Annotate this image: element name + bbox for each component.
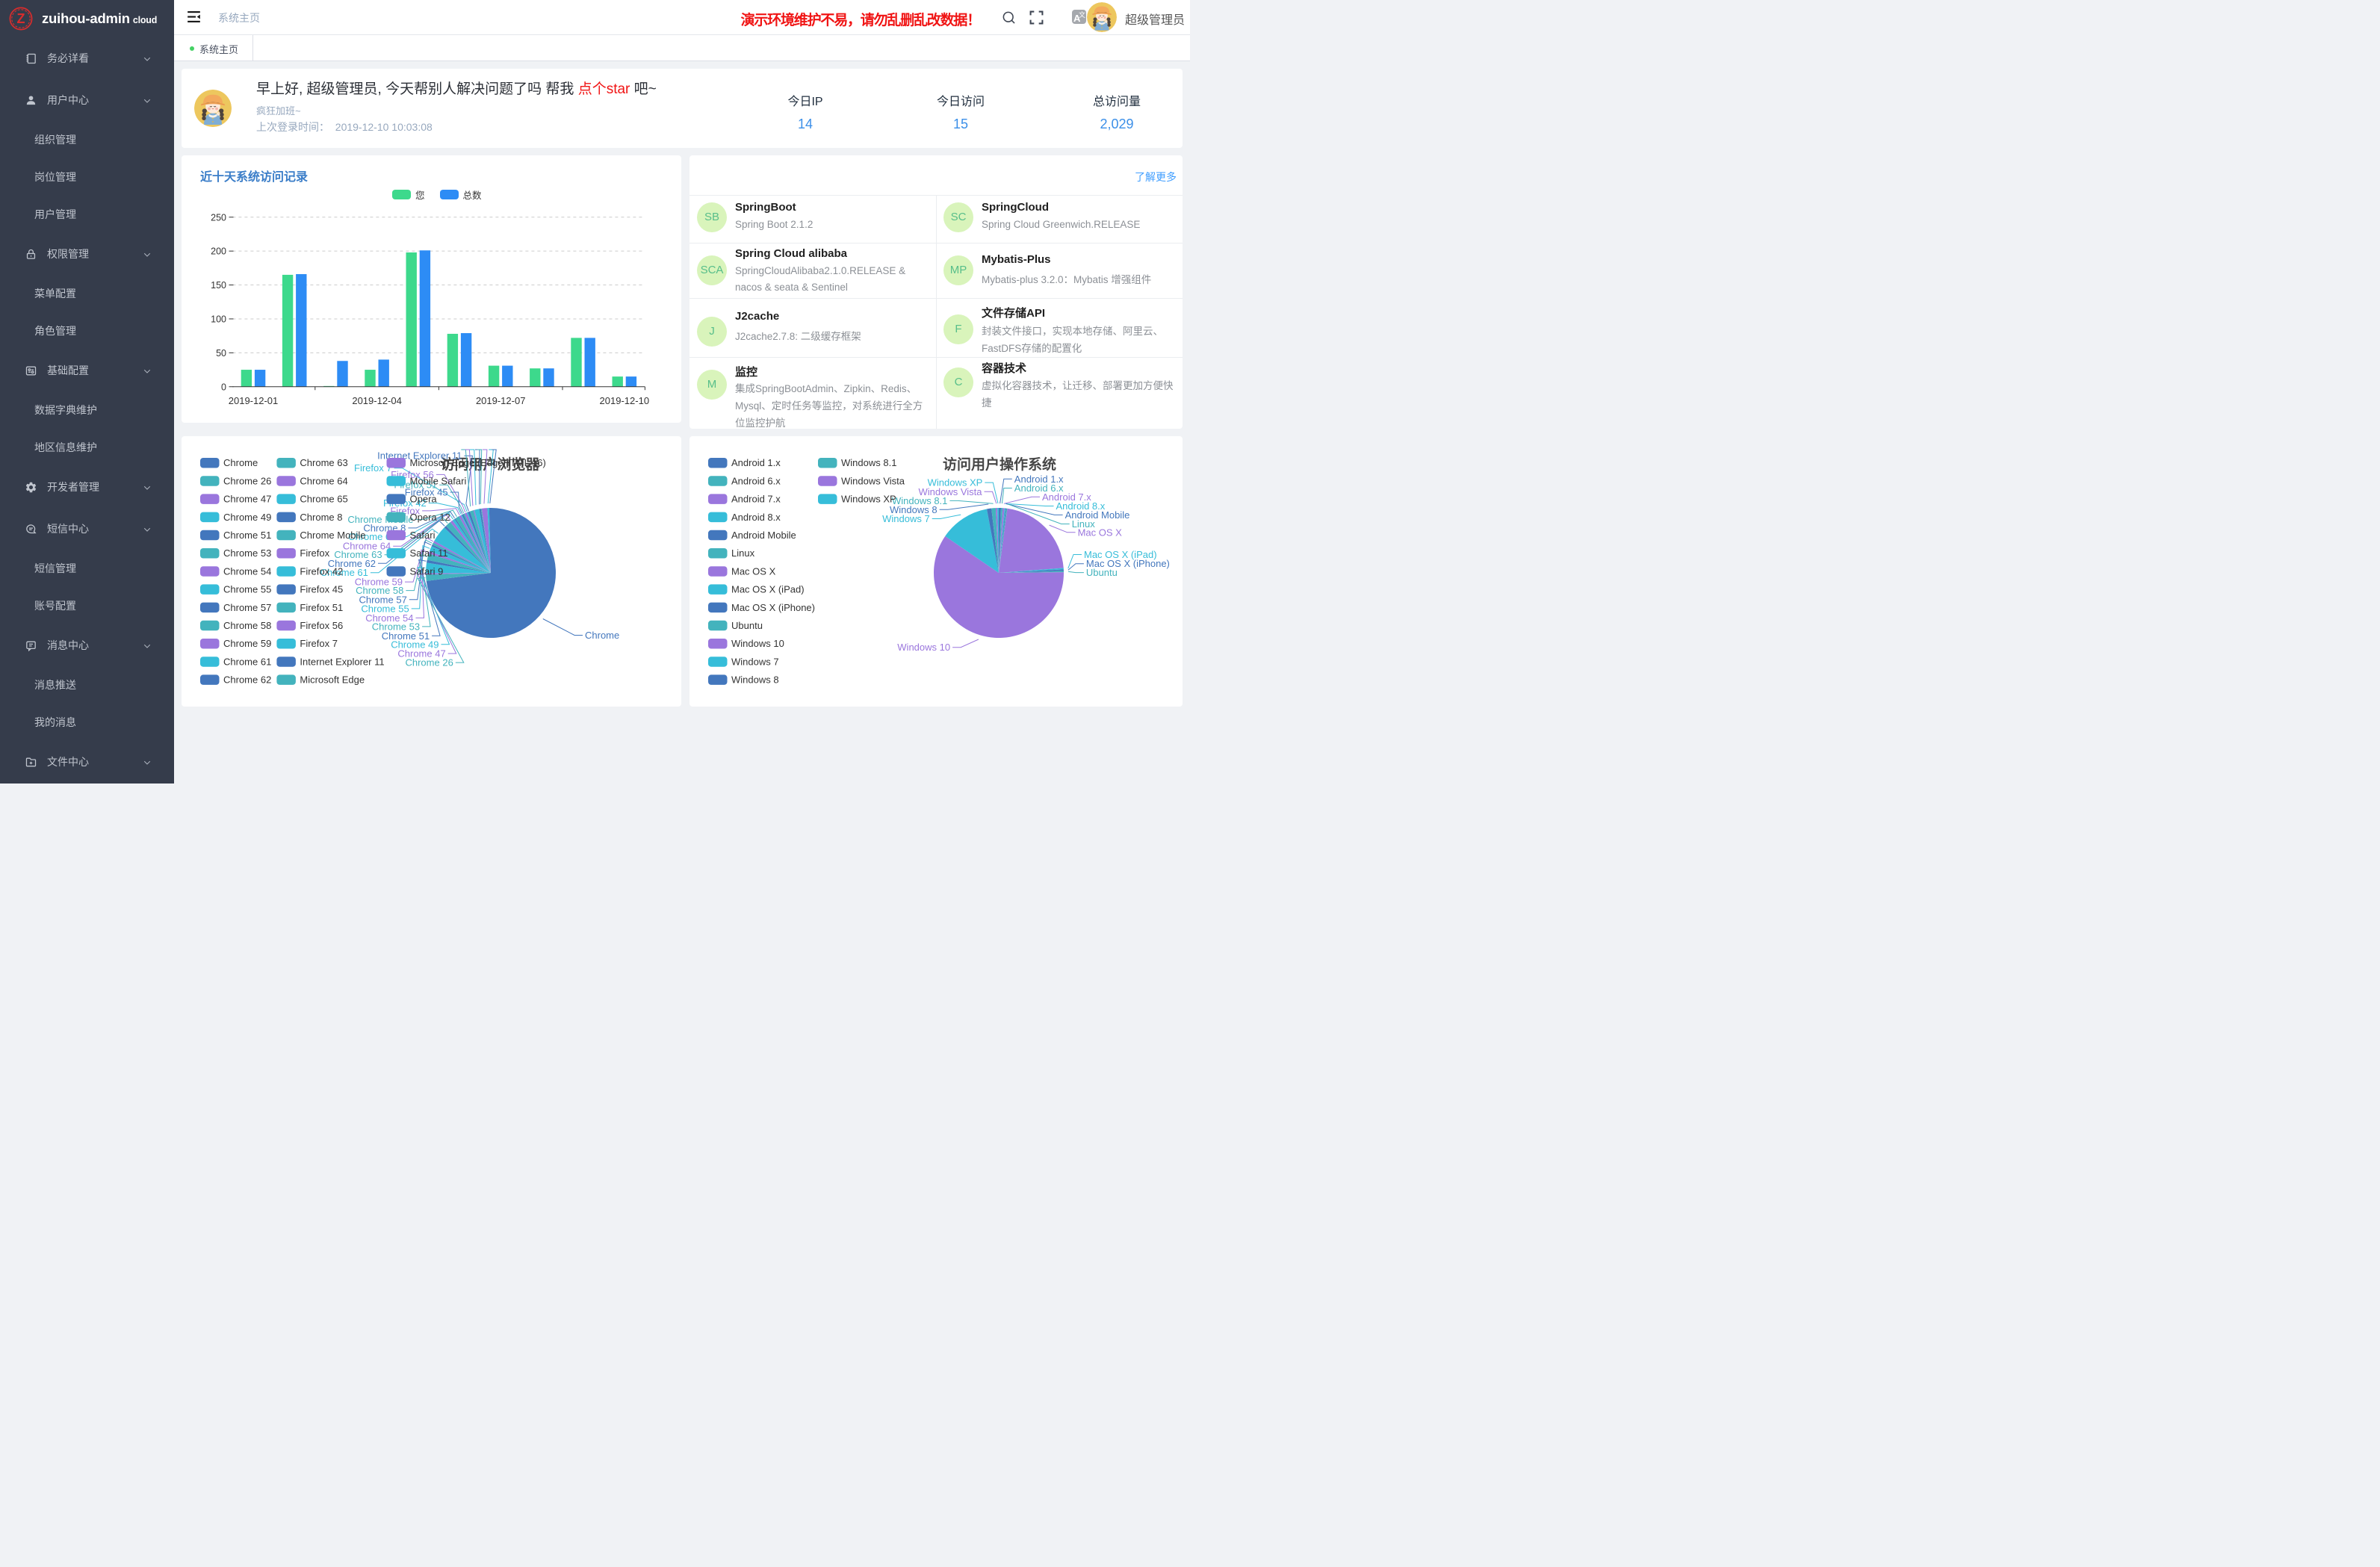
svg-text:Windows 7: Windows 7 (731, 656, 779, 667)
svg-text:Windows XP: Windows XP (841, 494, 896, 505)
svg-text:Linux: Linux (731, 547, 755, 559)
svg-text:Chrome 64: Chrome 64 (300, 476, 347, 487)
svg-text:2019-12-04: 2019-12-04 (352, 395, 401, 406)
svg-text:Safari 9: Safari 9 (410, 565, 444, 577)
svg-text:Windows XP: Windows XP (928, 477, 983, 488)
svg-text:Chrome 65: Chrome 65 (300, 494, 347, 505)
svg-text:Android 1.x: Android 1.x (731, 457, 781, 468)
svg-text:Chrome 8: Chrome 8 (300, 512, 342, 523)
svg-text:Safari: Safari (410, 530, 436, 541)
svg-text:Mac OS X (iPad): Mac OS X (iPad) (731, 584, 805, 595)
svg-text:Firefox: Firefox (300, 547, 329, 559)
svg-text:Mac OS X (iPhone): Mac OS X (iPhone) (731, 602, 815, 613)
svg-text:Chrome 58: Chrome 58 (223, 620, 271, 631)
svg-text:Windows 10: Windows 10 (731, 638, 784, 649)
svg-text:Chrome 61: Chrome 61 (223, 656, 271, 667)
svg-text:Windows 10: Windows 10 (897, 642, 950, 653)
svg-text:Chrome: Chrome (223, 457, 258, 468)
svg-text:Firefox 56: Firefox 56 (300, 620, 343, 631)
svg-text:Chrome 63: Chrome 63 (300, 457, 347, 468)
svg-text:Windows 8: Windows 8 (731, 674, 779, 686)
svg-text:2019-12-07: 2019-12-07 (476, 395, 526, 406)
svg-text:Mac OS X: Mac OS X (1078, 527, 1123, 538)
svg-text:Mac OS X: Mac OS X (731, 565, 776, 577)
svg-text:Microsoft Edge (EdgeHTML 16): Microsoft Edge (EdgeHTML 16) (410, 457, 546, 468)
svg-text:Internet Explorer 11: Internet Explorer 11 (300, 656, 384, 667)
svg-text:Chrome 62: Chrome 62 (223, 674, 271, 686)
svg-text:Firefox 7: Firefox 7 (354, 462, 392, 474)
svg-text:访问用户操作系统: 访问用户操作系统 (943, 456, 1056, 473)
svg-text:250: 250 (211, 212, 226, 223)
svg-text:2019-12-10: 2019-12-10 (600, 395, 650, 406)
svg-text:50: 50 (216, 348, 226, 359)
svg-text:Opera: Opera (410, 494, 438, 505)
svg-text:Chrome 57: Chrome 57 (223, 602, 271, 613)
svg-text:2019-12-01: 2019-12-01 (229, 395, 279, 406)
svg-text:Mobile Safari: Mobile Safari (410, 476, 467, 487)
svg-text:150: 150 (211, 280, 226, 291)
svg-text:Android 6.x: Android 6.x (731, 475, 781, 486)
svg-text:Chrome 54: Chrome 54 (223, 565, 271, 577)
svg-text:Z: Z (17, 11, 25, 26)
svg-text:100: 100 (211, 314, 226, 324)
svg-text:200: 200 (211, 246, 226, 257)
svg-text:Firefox 7: Firefox 7 (300, 638, 338, 649)
svg-text:Safari 11: Safari 11 (410, 547, 448, 559)
svg-text:Chrome 55: Chrome 55 (223, 584, 271, 595)
svg-text:Firefox 45: Firefox 45 (300, 584, 343, 595)
svg-text:Chrome 51: Chrome 51 (223, 530, 271, 541)
svg-text:Chrome Mobile: Chrome Mobile (300, 530, 365, 541)
svg-text:Windows Vista: Windows Vista (841, 475, 905, 486)
svg-text:Windows 8.1: Windows 8.1 (841, 457, 896, 468)
svg-text:Ubuntu: Ubuntu (1086, 567, 1118, 578)
svg-text:Chrome 59: Chrome 59 (223, 638, 271, 649)
svg-text:Firefox 51: Firefox 51 (300, 602, 343, 613)
svg-text:Ubuntu: Ubuntu (731, 620, 763, 631)
svg-text:Chrome: Chrome (585, 630, 619, 641)
svg-text:Opera 12: Opera 12 (410, 512, 450, 523)
svg-text:Android Mobile: Android Mobile (731, 530, 796, 541)
svg-text:Chrome 53: Chrome 53 (223, 547, 271, 559)
svg-text:Android 8.x: Android 8.x (731, 512, 781, 523)
svg-text:Chrome 26: Chrome 26 (405, 657, 453, 668)
svg-text:Chrome 26: Chrome 26 (223, 476, 271, 487)
svg-text:Android 7.x: Android 7.x (731, 494, 781, 505)
svg-text:Microsoft Edge: Microsoft Edge (300, 674, 365, 686)
svg-text:0: 0 (221, 382, 226, 392)
svg-text:Chrome 47: Chrome 47 (223, 494, 271, 505)
svg-text:Firefox 42: Firefox 42 (300, 565, 343, 577)
svg-text:Chrome 49: Chrome 49 (223, 512, 271, 523)
